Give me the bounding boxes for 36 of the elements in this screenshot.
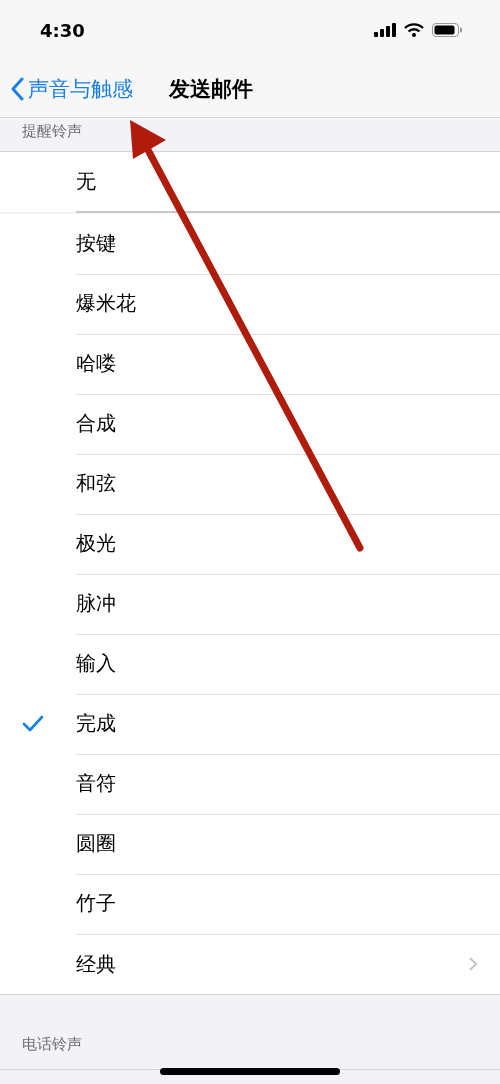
tone-name: 音符 xyxy=(76,770,116,797)
tone-name: 完成 xyxy=(76,710,116,737)
tone-name: 爆米花 xyxy=(76,290,136,317)
wifi-icon xyxy=(404,23,424,37)
tone-name: 经典 xyxy=(76,950,116,978)
tone-row[interactable]: 极光 xyxy=(0,514,500,574)
page-title: 发送邮件 xyxy=(169,75,253,103)
tone-row[interactable]: 圆圈 xyxy=(0,814,500,874)
tone-name: 无 xyxy=(76,167,96,195)
tone-name: 和弦 xyxy=(76,470,116,497)
tone-name: 输入 xyxy=(76,650,116,677)
battery-icon xyxy=(432,23,462,37)
tone-row[interactable]: 按键 xyxy=(0,214,500,274)
tone-name: 哈喽 xyxy=(76,350,116,377)
tone-row[interactable]: 合成 xyxy=(0,394,500,454)
tone-name: 竹子 xyxy=(76,890,116,917)
tone-name: 按键 xyxy=(76,230,116,257)
tone-name: 极光 xyxy=(76,530,116,557)
tone-name: 圆圈 xyxy=(76,830,116,857)
tone-row[interactable]: 完成 xyxy=(0,694,500,754)
tone-row[interactable]: 哈喽 xyxy=(0,334,500,394)
checkmark-icon xyxy=(22,715,44,733)
tone-name: 脉冲 xyxy=(76,590,116,617)
tone-row[interactable]: 输入 xyxy=(0,634,500,694)
chevron-icon xyxy=(468,956,478,972)
tone-row[interactable]: 经典 xyxy=(0,934,500,994)
tone-row[interactable]: 音符 xyxy=(0,754,500,814)
status-time: 4:30 xyxy=(40,19,85,41)
back-button[interactable]: 声音与触感 xyxy=(0,74,133,103)
tone-name: 合成 xyxy=(76,410,116,437)
back-chevron-icon xyxy=(10,76,24,101)
tone-row[interactable]: 脉冲 xyxy=(0,574,500,634)
signal-icon xyxy=(374,23,396,37)
tone-row[interactable]: 爆米花 xyxy=(0,274,500,334)
tone-row[interactable]: 竹子 xyxy=(0,874,500,934)
tone-row[interactable]: 和弦 xyxy=(0,454,500,514)
